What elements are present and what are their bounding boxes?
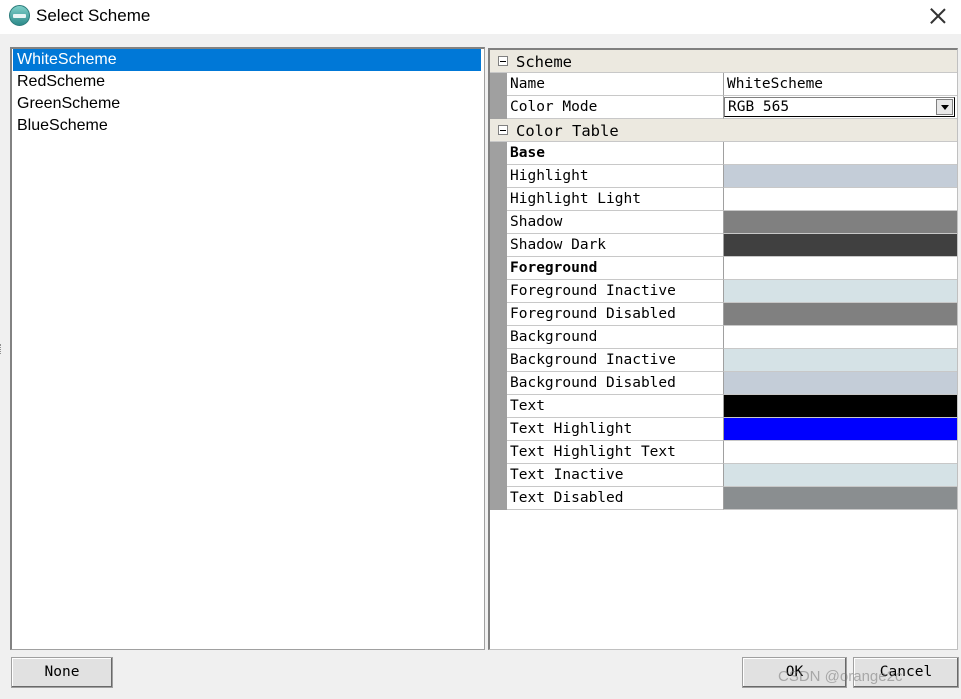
close-icon[interactable] (915, 0, 961, 34)
color-swatch[interactable] (724, 280, 957, 303)
color-swatch[interactable] (724, 165, 957, 188)
color-row[interactable]: Shadow Dark (490, 234, 957, 257)
color-swatch[interactable] (724, 188, 957, 211)
row-gutter (490, 464, 507, 487)
list-item[interactable]: RedScheme (13, 71, 481, 93)
color-row[interactable]: Foreground Inactive (490, 280, 957, 303)
color-row[interactable]: Highlight Light (490, 188, 957, 211)
category-label: Scheme (516, 53, 572, 71)
color-name: Text Disabled (507, 487, 724, 510)
color-swatch[interactable] (724, 418, 957, 441)
window-title: Select Scheme (36, 6, 151, 25)
row-gutter (490, 349, 507, 372)
list-item[interactable]: GreenScheme (13, 93, 481, 115)
color-swatch[interactable] (724, 395, 957, 418)
color-name: Text Inactive (507, 464, 724, 487)
color-name: Background Inactive (507, 349, 724, 372)
none-button[interactable]: None (11, 657, 113, 688)
category-scheme[interactable]: Scheme (490, 50, 957, 73)
color-row[interactable]: Highlight (490, 165, 957, 188)
color-row[interactable]: Text Highlight (490, 418, 957, 441)
collapse-icon[interactable] (498, 56, 508, 66)
watermark: CSDN @orange2c (778, 668, 903, 685)
row-gutter (490, 280, 507, 303)
color-row[interactable]: Text Disabled (490, 487, 957, 510)
color-swatch[interactable] (724, 326, 957, 349)
color-swatch[interactable] (724, 349, 957, 372)
row-gutter (490, 165, 507, 188)
color-mode-cell[interactable]: RGB 565 (724, 96, 957, 119)
row-gutter (490, 96, 507, 119)
chevron-down-icon[interactable] (936, 99, 953, 115)
color-name: Shadow (507, 211, 724, 234)
title-bar: Select Scheme (0, 0, 961, 34)
property-row-color-mode[interactable]: Color Mode RGB 565 (490, 96, 957, 119)
row-gutter (490, 418, 507, 441)
color-name: Background Disabled (507, 372, 724, 395)
color-row[interactable]: Background Disabled (490, 372, 957, 395)
row-gutter (490, 441, 507, 464)
row-gutter (490, 142, 507, 165)
row-gutter (490, 303, 507, 326)
color-swatch[interactable] (724, 441, 957, 464)
color-swatch[interactable] (724, 303, 957, 326)
category-label: Color Table (516, 122, 619, 140)
color-name: Base (507, 142, 724, 165)
row-gutter (490, 234, 507, 257)
color-name: Highlight Light (507, 188, 724, 211)
color-table-rows: Base Highlight Highlight Light Shadow Shadow… (490, 142, 957, 510)
list-item[interactable]: WhiteScheme (13, 49, 481, 71)
color-row[interactable]: Shadow (490, 211, 957, 234)
row-gutter (490, 73, 507, 96)
color-name: Shadow Dark (507, 234, 724, 257)
row-gutter (490, 257, 507, 280)
color-row[interactable]: Foreground Disabled (490, 303, 957, 326)
color-swatch[interactable] (724, 142, 957, 165)
color-swatch[interactable] (724, 487, 957, 510)
color-name: Text Highlight (507, 418, 724, 441)
color-name: Foreground (507, 257, 724, 280)
color-swatch[interactable] (724, 234, 957, 257)
property-row-name[interactable]: Name WhiteScheme (490, 73, 957, 96)
scheme-list[interactable]: WhiteScheme RedScheme GreenScheme BlueSc… (10, 47, 485, 650)
color-mode-value: RGB 565 (728, 99, 790, 115)
property-grid[interactable]: Scheme Name WhiteScheme Color Mode RGB 5… (488, 48, 958, 650)
name-field[interactable]: WhiteScheme (724, 73, 957, 96)
row-gutter (490, 326, 507, 349)
color-name: Highlight (507, 165, 724, 188)
collapse-icon[interactable] (498, 125, 508, 135)
property-name: Name (507, 73, 724, 96)
list-item[interactable]: BlueScheme (13, 115, 481, 137)
color-swatch[interactable] (724, 211, 957, 234)
color-row[interactable]: Background Inactive (490, 349, 957, 372)
row-gutter (490, 211, 507, 234)
color-name: Text (507, 395, 724, 418)
color-row[interactable]: Text Inactive (490, 464, 957, 487)
color-mode-select[interactable]: RGB 565 (724, 97, 955, 117)
row-gutter (490, 395, 507, 418)
property-name: Color Mode (507, 96, 724, 119)
color-name: Background (507, 326, 724, 349)
color-row[interactable]: Text (490, 395, 957, 418)
color-row[interactable]: Background (490, 326, 957, 349)
color-row[interactable]: Text Highlight Text (490, 441, 957, 464)
color-name: Foreground Disabled (507, 303, 724, 326)
color-row[interactable]: Base (490, 142, 957, 165)
splitter-grip[interactable] (0, 344, 3, 354)
category-color-table[interactable]: Color Table (490, 119, 957, 142)
color-swatch[interactable] (724, 257, 957, 280)
color-row[interactable]: Foreground (490, 257, 957, 280)
row-gutter (490, 372, 507, 395)
app-logo-icon (9, 5, 30, 26)
color-swatch[interactable] (724, 372, 957, 395)
row-gutter (490, 188, 507, 211)
color-name: Foreground Inactive (507, 280, 724, 303)
row-gutter (490, 487, 507, 510)
color-swatch[interactable] (724, 464, 957, 487)
color-name: Text Highlight Text (507, 441, 724, 464)
